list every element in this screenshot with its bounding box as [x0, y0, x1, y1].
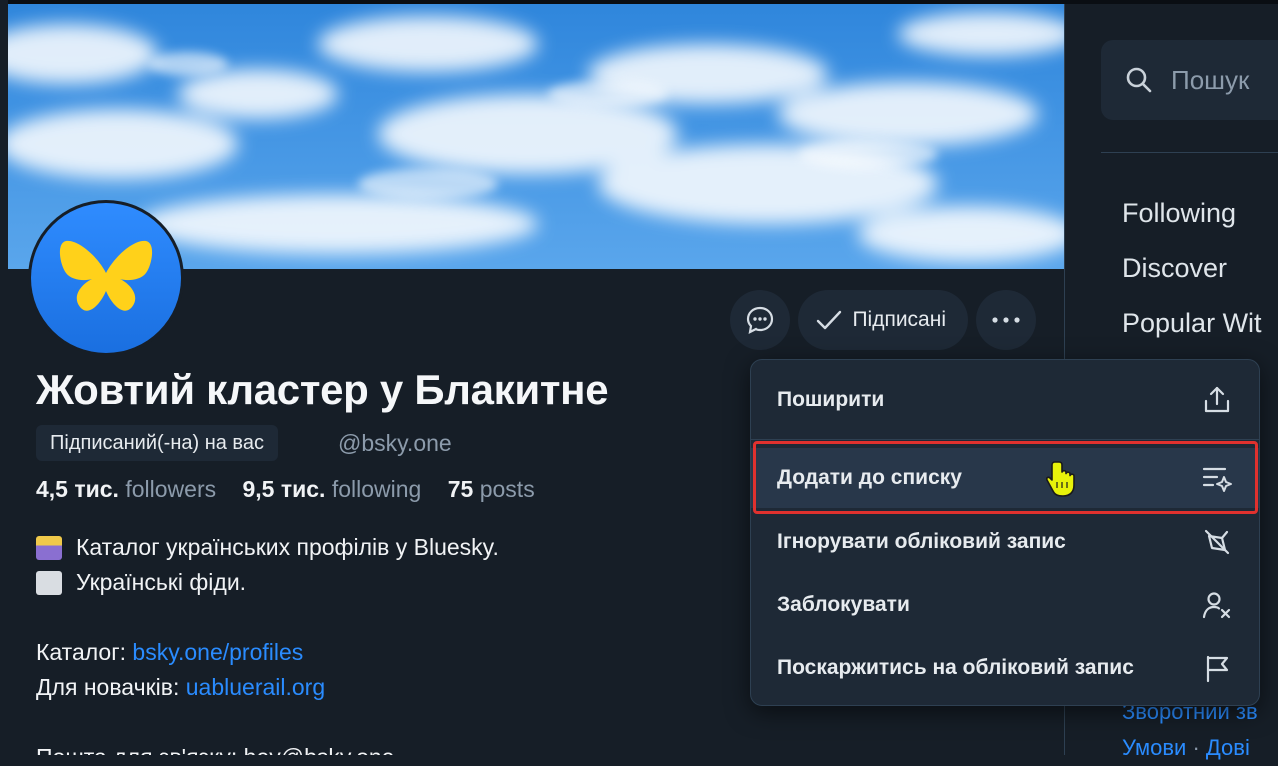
bio-line: Для новачків: uabluerail.org [36, 670, 499, 705]
menu-divider [751, 439, 1259, 440]
block-user-icon [1201, 589, 1233, 621]
bio-line: Каталог українських профілів у Bluesky. [36, 530, 499, 565]
list-add-icon [1201, 462, 1233, 494]
display-name: Жовтий кластер у Блакитне [36, 366, 609, 413]
mute-icon [1201, 526, 1233, 558]
search-icon [1126, 67, 1152, 93]
privacy-link[interactable]: Дові [1206, 735, 1250, 760]
terms-link[interactable]: Умови [1122, 735, 1186, 760]
bio-line: Каталог: bsky.one/profiles [36, 635, 499, 670]
catalog-link[interactable]: bsky.one/profiles [132, 635, 303, 670]
menu-item-share[interactable]: Поширити [751, 370, 1259, 430]
flag-icon [1201, 652, 1233, 684]
message-button[interactable] [730, 290, 791, 350]
feed-item-popular[interactable]: Popular Wit [1122, 300, 1262, 355]
search-placeholder: Пошук [1171, 64, 1250, 95]
following-stat[interactable]: 9,5 тис. following [243, 476, 432, 502]
bio-line: Пошта для зв'язку: hey@bsky.one [36, 740, 499, 755]
profile-stats: 4,5 тис. followers 9,5 тис. following 75… [36, 476, 555, 503]
feed-item-following[interactable]: Following [1122, 190, 1262, 245]
bio-text: Пошта для зв'язку: hey@bsky.one [36, 740, 394, 755]
footer-separator: · [1186, 735, 1206, 760]
newspaper-icon [36, 570, 62, 595]
follows-you-badge: Підписаний(-на) на вас [36, 425, 278, 461]
followers-label: followers [125, 476, 217, 502]
avatar[interactable] [28, 200, 184, 356]
profile-bio: Каталог українських профілів у Bluesky. … [36, 530, 499, 755]
menu-item-mute[interactable]: Ігнорувати обліковий запис [751, 512, 1259, 572]
menu-item-label: Поширити [777, 388, 885, 411]
menu-item-label: Ігнорувати обліковий запис [777, 530, 1066, 553]
menu-item-label: Додати до списку [777, 466, 962, 489]
checkmark-icon [817, 310, 842, 330]
more-options-button[interactable] [976, 290, 1036, 350]
profile-handle: @bsky.one [338, 430, 452, 456]
search-input[interactable]: Пошук [1101, 40, 1278, 120]
bio-text: Українські фіди. [76, 569, 247, 595]
feeds-list: Following Discover Popular Wit [1122, 190, 1262, 355]
sidebar-divider [1101, 152, 1278, 153]
menu-item-report[interactable]: Поскаржитись на обліковий запис [751, 638, 1259, 698]
left-edge [0, 0, 8, 755]
profile-options-menu: Поширити Додати до списку Ігнорувати обл… [750, 359, 1260, 706]
posts-stat: 75 posts [448, 476, 545, 502]
posts-label: posts [479, 476, 535, 502]
card-file-box-icon [36, 535, 62, 560]
subscribed-button[interactable]: Підписані [798, 290, 968, 350]
more-icon [992, 317, 1020, 323]
hand-pointer-cursor-icon [1045, 460, 1080, 503]
menu-item-label: Поскаржитись на обліковий запис [777, 656, 1134, 679]
followers-count: 4,5 тис. [36, 476, 119, 502]
menu-item-block[interactable]: Заблокувати [751, 575, 1259, 635]
posts-count: 75 [447, 476, 474, 502]
profile-actions: Підписані [730, 290, 1036, 350]
following-count: 9,5 тис. [242, 476, 326, 502]
bio-text: Каталог: [36, 639, 127, 665]
menu-item-label: Заблокувати [777, 593, 910, 616]
followers-stat[interactable]: 4,5 тис. followers [36, 476, 226, 502]
following-label: following [331, 476, 422, 502]
feed-item-discover[interactable]: Discover [1122, 245, 1262, 300]
bio-text: Каталог українських профілів у Bluesky. [76, 534, 499, 560]
subscribed-label: Підписані [852, 308, 946, 331]
newcomers-link[interactable]: uabluerail.org [186, 670, 325, 705]
butterfly-logo-icon [31, 203, 181, 353]
share-icon [1201, 384, 1233, 416]
bio-line: Українські фіди. [36, 565, 499, 600]
menu-item-add-to-list[interactable]: Додати до списку [751, 448, 1259, 508]
message-icon [747, 306, 774, 334]
bio-text: Для новачків: [36, 674, 180, 700]
